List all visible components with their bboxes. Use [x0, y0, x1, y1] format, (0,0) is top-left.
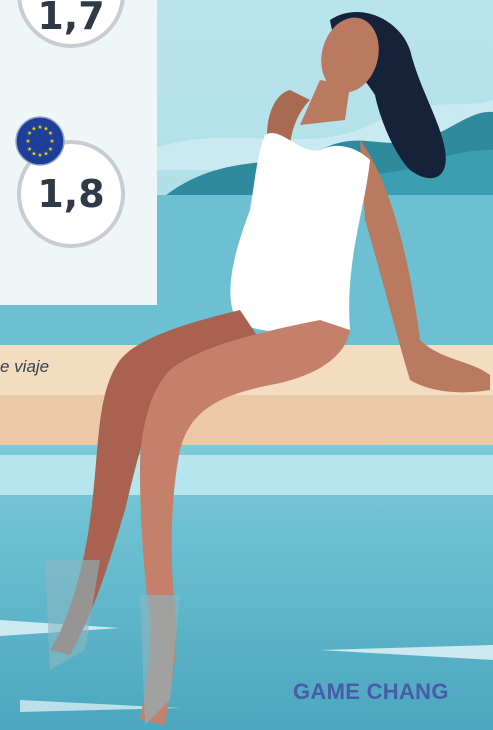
svg-text:★: ★: [37, 152, 42, 159]
svg-text:★: ★: [31, 126, 36, 133]
svg-text:★: ★: [37, 124, 42, 131]
svg-text:★: ★: [43, 150, 48, 157]
eu-flag-icon: ★ ★ ★ ★ ★ ★ ★ ★ ★ ★ ★ ★: [15, 116, 65, 166]
svg-text:★: ★: [27, 146, 32, 153]
svg-text:★: ★: [25, 138, 30, 145]
game-changer-text: GAME CHANG: [293, 679, 449, 704]
stat-value-top: 1,7: [37, 0, 105, 38]
stat-value-bottom: 1,8: [37, 172, 105, 216]
sand-shadow: [0, 395, 493, 445]
caption-text: e viaje: [0, 357, 50, 376]
svg-text:★: ★: [49, 138, 54, 145]
svg-text:★: ★: [48, 130, 53, 137]
sea-band: [0, 455, 493, 495]
